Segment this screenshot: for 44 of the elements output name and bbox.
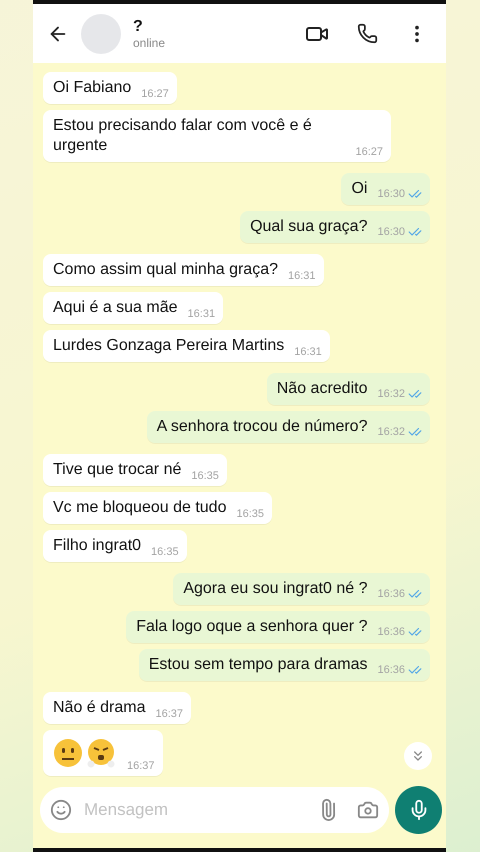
message-text: Lurdes Gonzaga Pereira Martins bbox=[53, 336, 284, 356]
message-text: Aqui é a sua mãe bbox=[53, 298, 178, 318]
message-text: Agora eu sou ingrat0 né ? bbox=[183, 579, 368, 600]
neutral-face-icon bbox=[53, 738, 83, 768]
steaming-face-icon bbox=[85, 738, 117, 768]
emoji-icon[interactable] bbox=[50, 799, 72, 822]
message-text: Como assim qual minha graça? bbox=[53, 260, 278, 280]
message-time: 16:31 bbox=[294, 346, 322, 358]
message-time: 16:35 bbox=[191, 470, 219, 482]
message-time: 16:37 bbox=[156, 708, 184, 720]
message-time: 16:31 bbox=[288, 270, 316, 282]
message-text: Oi bbox=[351, 179, 368, 200]
message-text: Não acredito bbox=[276, 379, 368, 400]
phone-icon[interactable] bbox=[357, 23, 378, 44]
message-time: 16:36 bbox=[377, 626, 405, 638]
message-text: Qual sua graça? bbox=[250, 217, 368, 238]
message-text: Oi Fabiano bbox=[53, 78, 132, 98]
message-text: Estou precisando falar com você e é urgente bbox=[53, 116, 313, 156]
message-time: 16:35 bbox=[151, 546, 179, 558]
message-time: 16:31 bbox=[188, 308, 216, 320]
message-time: 16:27 bbox=[355, 146, 383, 158]
message-field[interactable]: Mensagem bbox=[40, 787, 389, 834]
message-time: 16:36 bbox=[377, 664, 405, 676]
contact-name: ? bbox=[133, 18, 144, 36]
message-time: 16:37 bbox=[127, 760, 155, 772]
message-time: 16:30 bbox=[377, 226, 405, 238]
contact-status: online bbox=[133, 36, 166, 50]
message-text: A senhora trocou de número? bbox=[156, 417, 368, 438]
camera-icon[interactable] bbox=[357, 799, 379, 822]
message-text: Fala logo oque a senhora quer ? bbox=[136, 617, 368, 638]
message-time: 16:27 bbox=[141, 88, 169, 100]
scroll-down-button[interactable] bbox=[404, 742, 432, 770]
message-text: Tive que trocar né bbox=[53, 460, 182, 480]
message-text: Filho ingrat0 bbox=[53, 536, 142, 556]
message-time: 16:36 bbox=[377, 588, 405, 600]
microphone-button[interactable] bbox=[395, 786, 442, 834]
message-time: 16:30 bbox=[377, 188, 405, 200]
message-time: 16:32 bbox=[377, 388, 405, 400]
message-text: Estou sem tempo para dramas bbox=[148, 655, 368, 676]
message-input[interactable]: Mensagem bbox=[82, 799, 307, 822]
message-time: 16:32 bbox=[377, 426, 405, 438]
message-time: 16:35 bbox=[236, 508, 264, 520]
message-text: Não é drama bbox=[53, 698, 146, 718]
message-text: Vc me bloqueou de tudo bbox=[53, 498, 226, 518]
